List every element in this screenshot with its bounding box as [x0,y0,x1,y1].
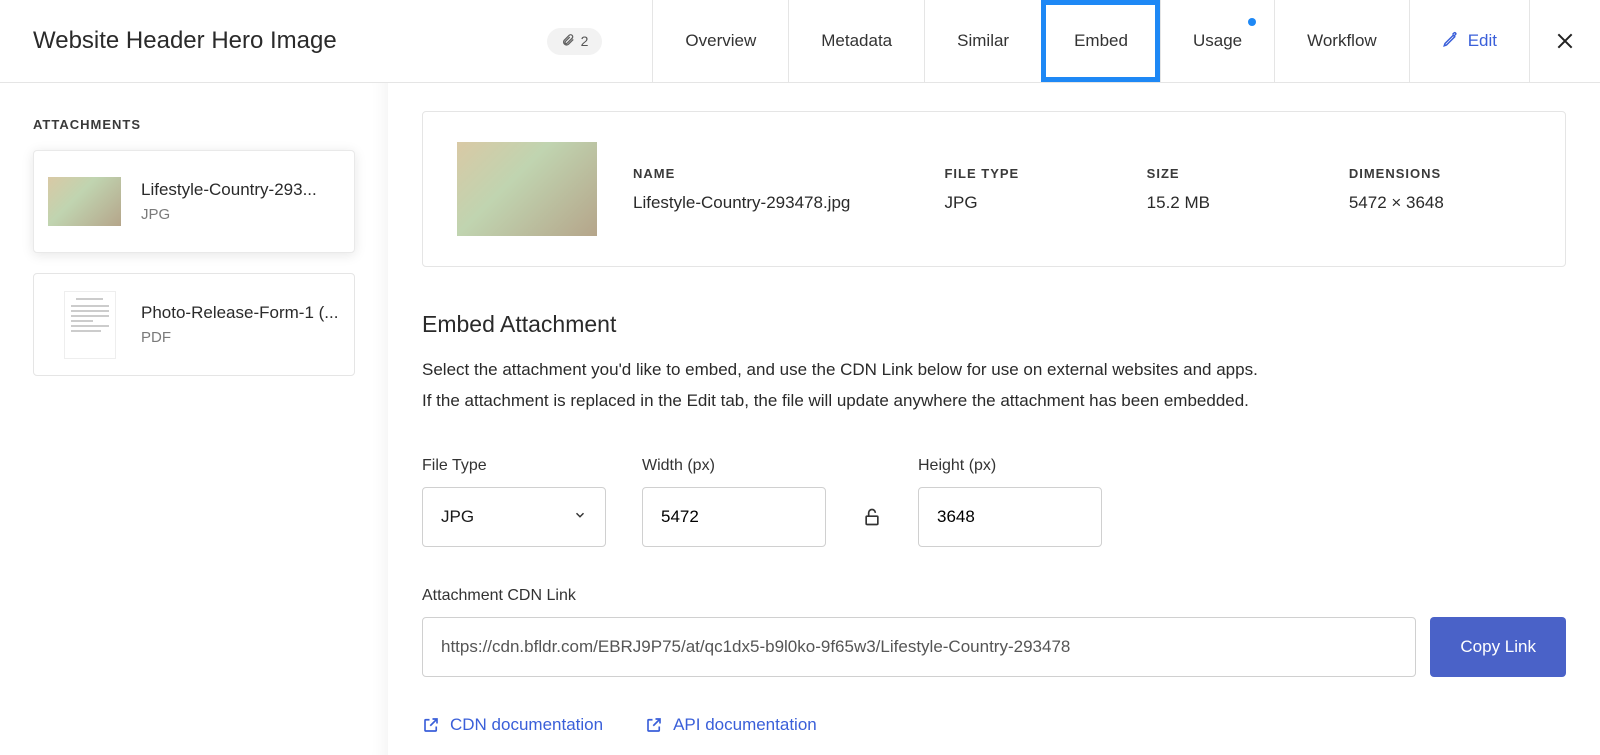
tab-usage[interactable]: Usage [1160,0,1274,82]
copy-link-button[interactable]: Copy Link [1430,617,1566,677]
header: Website Header Hero Image 2 Overview Met… [0,0,1600,83]
attachment-thumbnail [48,288,121,361]
width-input[interactable] [642,487,826,547]
attachment-thumbnail [48,165,121,238]
attachment-name: Lifestyle-Country-293... [141,180,340,200]
file-preview-thumbnail [457,142,597,236]
tab-similar[interactable]: Similar [924,0,1041,82]
page-title: Website Header Hero Image [33,27,337,55]
info-value-dimensions: 5472 × 3648 [1349,193,1531,213]
attachment-card[interactable]: Lifestyle-Country-293... JPG [33,150,355,253]
notification-dot-icon [1248,18,1256,26]
cdn-documentation-label: CDN documentation [450,715,603,735]
sidebar: ATTACHMENTS Lifestyle-Country-293... JPG [0,83,388,755]
file-type-select[interactable]: JPG [422,487,606,547]
height-label: Height (px) [918,457,1102,475]
cdn-link-input[interactable] [422,617,1416,677]
paperclip-icon [561,33,575,50]
tab-edit[interactable]: Edit [1409,0,1530,82]
tab-workflow[interactable]: Workflow [1274,0,1409,82]
file-type-select-value: JPG [441,507,474,527]
info-value-name: Lifestyle-Country-293478.jpg [633,193,924,213]
height-input[interactable] [918,487,1102,547]
api-documentation-label: API documentation [673,715,817,735]
width-label: Width (px) [642,457,826,475]
file-type-label: File Type [422,457,606,475]
info-label-name: NAME [633,166,924,181]
api-documentation-link[interactable]: API documentation [645,715,817,735]
main-content: NAME Lifestyle-Country-293478.jpg FILE T… [388,83,1600,755]
tab-metadata[interactable]: Metadata [788,0,924,82]
embed-section-desc1: Select the attachment you'd like to embe… [422,354,1566,385]
cdn-link-label: Attachment CDN Link [422,587,1566,605]
attachment-type: JPG [141,206,340,223]
info-label-size: SIZE [1147,166,1329,181]
lock-open-icon [862,507,882,527]
attachment-name: Photo-Release-Form-1 (... [141,303,340,323]
info-label-dimensions: DIMENSIONS [1349,166,1531,181]
file-info-card: NAME Lifestyle-Country-293478.jpg FILE T… [422,111,1566,267]
embed-section-title: Embed Attachment [422,311,1566,338]
info-value-filetype: JPG [944,193,1126,213]
chevron-down-icon [573,507,587,527]
external-link-icon [422,716,440,734]
tab-embed[interactable]: Embed [1041,0,1160,82]
aspect-ratio-lock-button[interactable] [862,487,882,547]
attachment-count-value: 2 [581,33,589,49]
attachment-count-badge: 2 [547,28,603,55]
pencil-icon [1442,30,1460,53]
close-icon [1555,31,1575,51]
info-value-size: 15.2 MB [1147,193,1329,213]
attachment-card[interactable]: Photo-Release-Form-1 (... PDF [33,273,355,376]
cdn-documentation-link[interactable]: CDN documentation [422,715,603,735]
external-link-icon [645,716,663,734]
tab-usage-label: Usage [1193,31,1242,51]
tab-overview[interactable]: Overview [652,0,788,82]
close-button[interactable] [1530,31,1600,51]
embed-section-desc2: If the attachment is replaced in the Edi… [422,385,1566,416]
attachment-type: PDF [141,329,340,346]
sidebar-heading: ATTACHMENTS [33,117,355,132]
info-label-filetype: FILE TYPE [944,166,1126,181]
tab-edit-label: Edit [1468,31,1497,51]
tabs: Overview Metadata Similar Embed Usage Wo… [652,0,1530,82]
